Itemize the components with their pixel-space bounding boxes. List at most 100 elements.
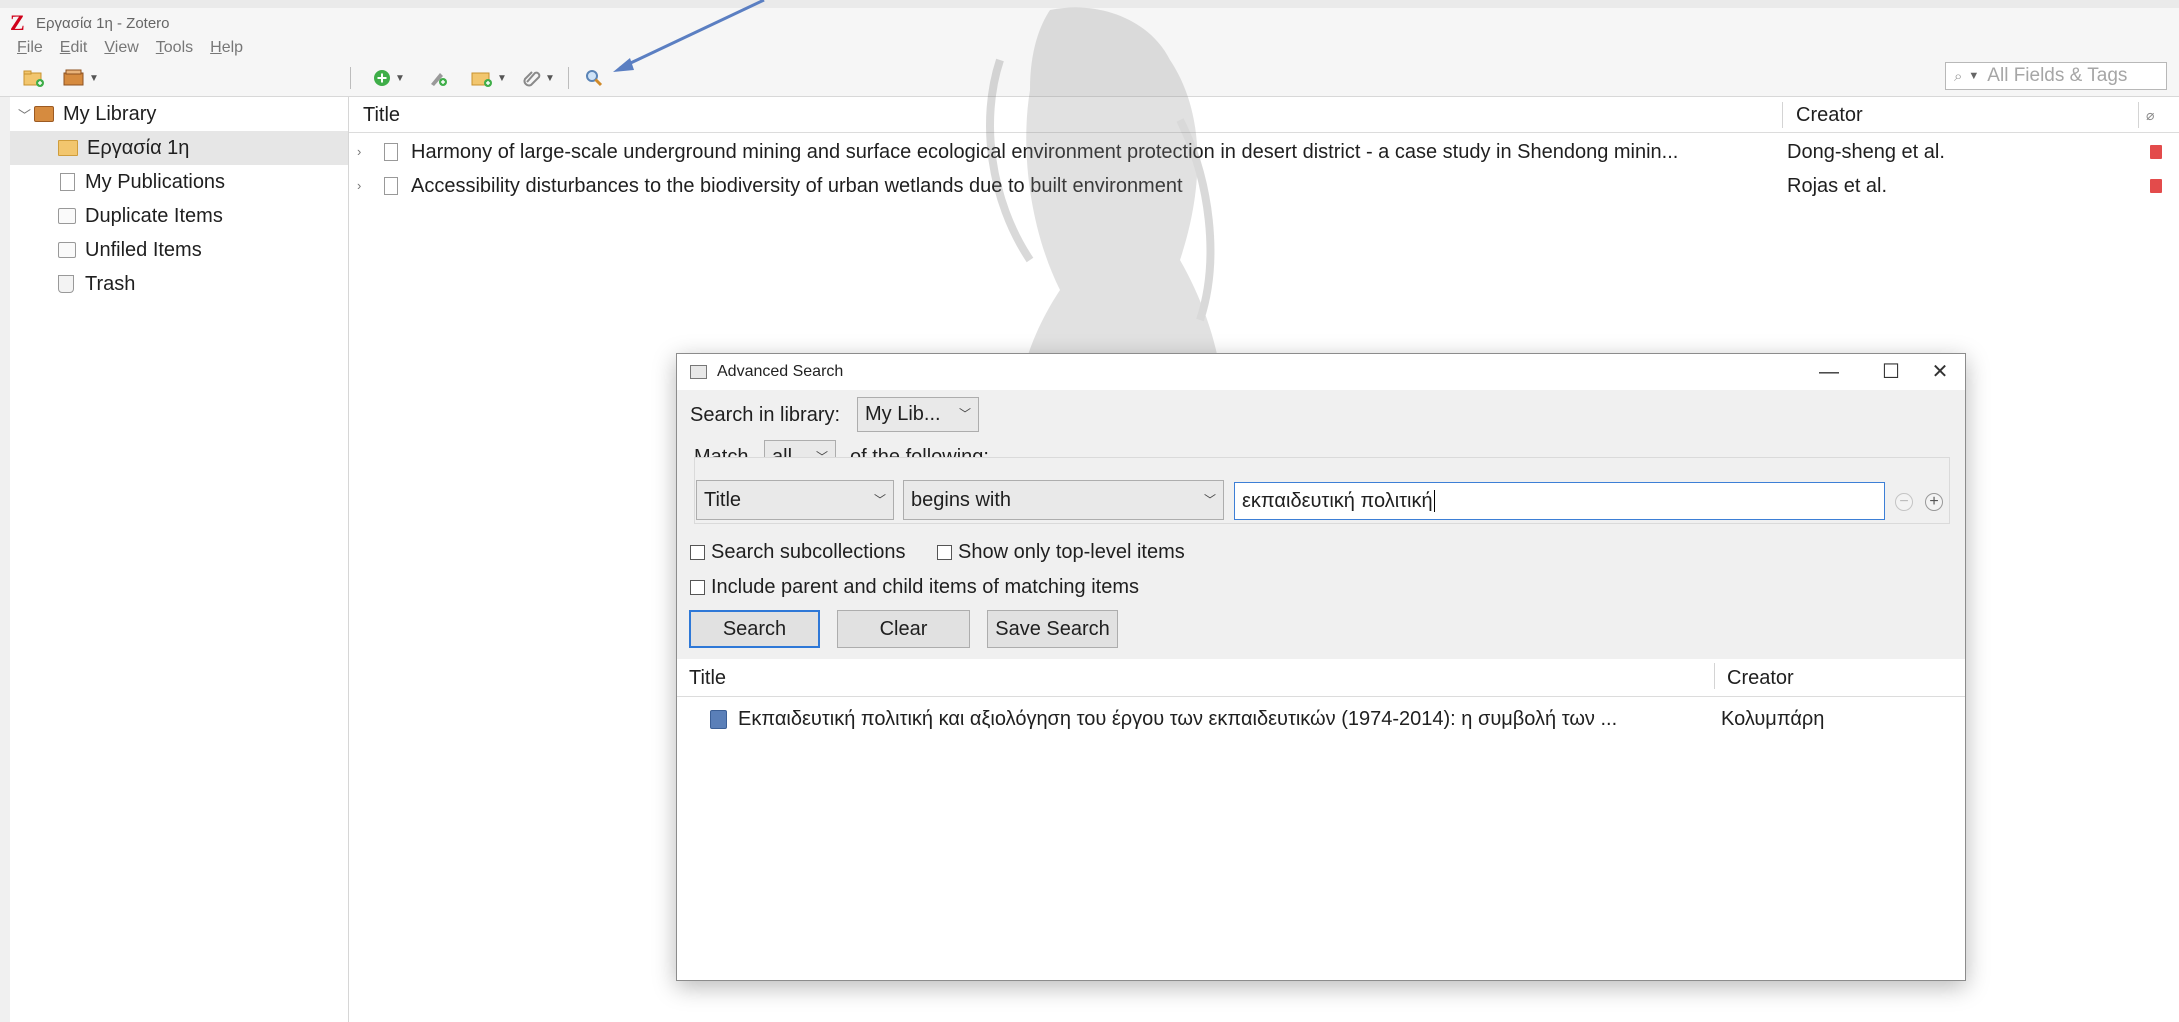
menu-view[interactable]: View bbox=[104, 39, 138, 57]
chevron-down-icon[interactable]: ﹀ bbox=[18, 105, 31, 124]
collection-label: Trash bbox=[85, 272, 136, 295]
chevron-right-icon[interactable]: › bbox=[357, 178, 369, 193]
results-column-title[interactable]: Title bbox=[689, 661, 726, 695]
duplicate-icon bbox=[58, 208, 76, 224]
trash-icon bbox=[58, 275, 74, 293]
new-note-button[interactable]: ▼ bbox=[470, 66, 507, 90]
results-header: Title Creator bbox=[677, 659, 1965, 697]
collection-my-publications[interactable]: My Publications bbox=[10, 165, 348, 199]
search-results-table: Title Creator Εκπαιδευτική πολιτική και … bbox=[677, 659, 1965, 980]
collection-trash[interactable]: Trash bbox=[10, 267, 348, 301]
item-creator: Rojas et al. bbox=[1787, 175, 1888, 197]
condition-field-select[interactable]: Title ﹀ bbox=[696, 480, 894, 520]
minimize-icon[interactable]: — bbox=[1804, 357, 1854, 387]
menu-help[interactable]: Help bbox=[210, 39, 243, 57]
new-item-button[interactable]: ▼ bbox=[372, 66, 405, 90]
search-mode-dropdown-icon[interactable]: ▼ bbox=[1968, 70, 1979, 82]
text-cursor bbox=[1433, 490, 1435, 512]
dialog-title: Advanced Search bbox=[717, 363, 844, 380]
window-title: Εργασία 1η - Zotero bbox=[36, 14, 170, 32]
dialog-titlebar: Advanced Search — ☐ ✕ bbox=[677, 354, 1965, 390]
journal-article-icon bbox=[384, 177, 398, 195]
new-collection-icon bbox=[23, 70, 44, 87]
search-icon: ⌕ bbox=[1954, 67, 1963, 85]
close-icon[interactable]: ✕ bbox=[1915, 357, 1965, 387]
chevron-down-icon: ﹀ bbox=[958, 407, 971, 421]
menu-tools[interactable]: Tools bbox=[156, 39, 193, 57]
search-subcollections-checkbox[interactable]: Search subcollections bbox=[690, 541, 906, 564]
toolbar-separator bbox=[568, 67, 569, 89]
chevron-down-icon: ﹀ bbox=[1203, 493, 1216, 507]
pdf-icon[interactable] bbox=[2150, 179, 2162, 193]
condition-value-input[interactable]: εκπαιδευτική πολιτική bbox=[1234, 482, 1885, 520]
publications-icon bbox=[60, 173, 75, 191]
top-level-items-checkbox[interactable]: Show only top-level items bbox=[937, 541, 1185, 564]
new-note-icon bbox=[471, 72, 492, 87]
quick-search-box[interactable]: ⌕ ▼ bbox=[1945, 62, 2167, 90]
collection-label: Unfiled Items bbox=[85, 238, 202, 261]
collection-unfiled-items[interactable]: Unfiled Items bbox=[10, 233, 348, 267]
search-in-library-label: Search in library: bbox=[690, 404, 841, 426]
app-titlebar: Z Εργασία 1η - Zotero bbox=[0, 8, 2179, 38]
column-divider[interactable] bbox=[1714, 663, 1715, 689]
window-icon bbox=[690, 365, 707, 379]
attachment-column-icon[interactable]: ⌀ bbox=[2146, 98, 2154, 132]
parent-child-checkbox[interactable]: Include parent and child items of matchi… bbox=[690, 576, 1139, 599]
clear-button[interactable]: Clear bbox=[837, 610, 970, 648]
column-header-creator[interactable]: Creator bbox=[1796, 98, 1863, 132]
unfiled-icon bbox=[58, 242, 76, 258]
new-item-icon bbox=[374, 70, 390, 86]
attachment-icon bbox=[523, 71, 541, 87]
new-collection-button[interactable] bbox=[22, 66, 46, 90]
item-title: Harmony of large-scale underground minin… bbox=[411, 141, 1679, 163]
results-column-creator[interactable]: Creator bbox=[1727, 661, 1794, 695]
menu-edit[interactable]: Edit bbox=[60, 39, 88, 57]
main-toolbar: ▼ ▼ ▼ ▼ bbox=[0, 60, 2179, 97]
advanced-search-dialog: Advanced Search — ☐ ✕ Search in library:… bbox=[676, 353, 1966, 981]
chevron-right-icon[interactable]: › bbox=[357, 144, 369, 159]
chevron-down-icon: ﹀ bbox=[873, 493, 886, 507]
table-row[interactable]: › Harmony of large-scale underground min… bbox=[349, 135, 2179, 169]
table-row[interactable]: Εκπαιδευτική πολιτική και αξιολόγηση του… bbox=[677, 702, 1965, 736]
collection-duplicate-items[interactable]: Duplicate Items bbox=[10, 199, 348, 233]
table-row[interactable]: › Accessibility disturbances to the biod… bbox=[349, 169, 2179, 203]
collection-label: My Library bbox=[63, 102, 157, 125]
collection-label: Εργασία 1η bbox=[87, 136, 190, 159]
library-icon bbox=[34, 106, 54, 122]
column-divider[interactable] bbox=[2138, 102, 2139, 128]
result-creator: Κολυμπάρη bbox=[1721, 708, 1825, 730]
journal-article-icon bbox=[384, 143, 398, 161]
collection-label: Duplicate Items bbox=[85, 204, 223, 227]
column-header-title[interactable]: Title bbox=[363, 98, 400, 132]
add-condition-button[interactable]: + bbox=[1925, 493, 1943, 511]
top-strip bbox=[0, 0, 2179, 8]
pdf-icon[interactable] bbox=[2150, 145, 2162, 159]
add-attachment-button[interactable]: ▼ bbox=[522, 66, 555, 90]
items-table-header: Title Creator ⌀ bbox=[349, 98, 2179, 133]
new-library-icon bbox=[63, 69, 84, 86]
maximize-icon[interactable]: ☐ bbox=[1866, 357, 1916, 387]
collection-label: My Publications bbox=[85, 170, 226, 193]
menu-bar: File Edit View Tools Help bbox=[0, 35, 2179, 61]
item-title: Accessibility disturbances to the biodiv… bbox=[411, 175, 1183, 197]
condition-operator-select[interactable]: begins with ﹀ bbox=[903, 480, 1224, 520]
book-icon bbox=[710, 710, 727, 729]
save-search-button[interactable]: Save Search bbox=[987, 610, 1118, 648]
zotero-logo-icon: Z bbox=[10, 10, 25, 35]
collections-pane: ﹀ My Library Εργασία 1η My Publications … bbox=[10, 97, 349, 1022]
add-by-identifier-button[interactable] bbox=[428, 66, 450, 90]
result-title: Εκπαιδευτική πολιτική και αξιολόγηση του… bbox=[738, 708, 1618, 730]
remove-condition-button[interactable]: − bbox=[1895, 493, 1913, 511]
add-by-identifier-icon bbox=[431, 73, 447, 86]
library-select[interactable]: My Lib... ﹀ bbox=[857, 397, 979, 432]
left-gutter bbox=[0, 97, 10, 1022]
folder-icon bbox=[58, 140, 78, 156]
collection-ergasia[interactable]: Εργασία 1η bbox=[10, 131, 348, 165]
menu-file[interactable]: File bbox=[17, 39, 43, 57]
column-divider[interactable] bbox=[1782, 102, 1783, 128]
toolbar-separator bbox=[350, 67, 351, 89]
new-library-button[interactable]: ▼ bbox=[62, 66, 99, 90]
search-button[interactable]: Search bbox=[689, 610, 820, 648]
collection-my-library[interactable]: ﹀ My Library bbox=[10, 97, 348, 131]
quick-search-input[interactable] bbox=[1985, 64, 2150, 88]
